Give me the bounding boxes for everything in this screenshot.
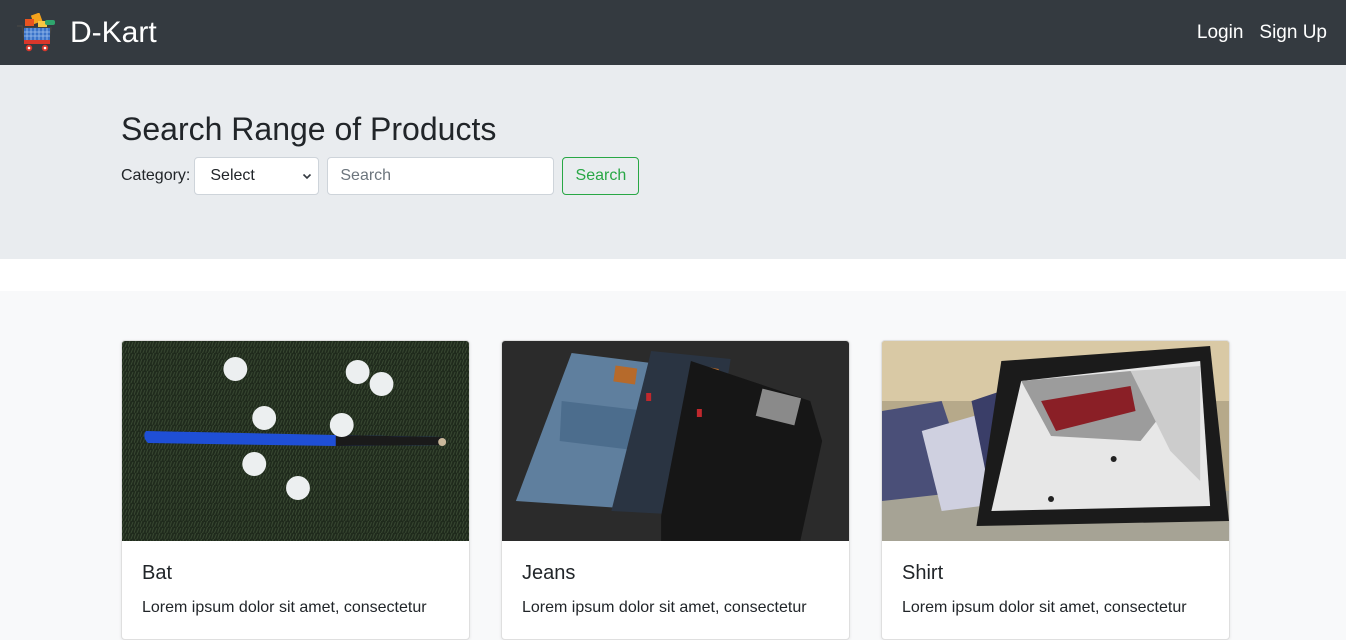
category-selected-value: Select [210,167,255,184]
nav-links: Login Sign Up [1197,22,1327,44]
brand-link[interactable]: D-Kart [16,12,157,53]
product-card-shirt[interactable]: Shirt Lorem ipsum dolor sit amet, consec… [881,340,1230,640]
product-title: Bat [142,562,173,584]
product-card-bat[interactable]: Bat Lorem ipsum dolor sit amet, consecte… [121,340,470,640]
top-navbar: D-Kart Login Sign Up [0,0,1346,65]
product-description: Lorem ipsum dolor sit amet, consectetur [142,599,427,616]
sign-up-link[interactable]: Sign Up [1259,22,1327,44]
product-description: Lorem ipsum dolor sit amet, consectetur [902,599,1187,616]
baseball-bat-photo [122,341,469,541]
page-title: Search Range of Products [121,111,497,147]
product-title: Jeans [522,562,576,584]
brand-name: D-Kart [70,15,157,49]
search-form: Category: Select Search [121,157,640,195]
category-select[interactable]: Select [194,157,320,195]
product-description: Lorem ipsum dolor sit amet, consectetur [522,599,807,616]
chevron-down-icon [303,173,312,180]
section-divider [0,259,1346,291]
jeans-photo [502,341,849,541]
shopping-cart-logo-icon [17,12,55,51]
category-label: Category: [121,167,191,184]
product-card-jeans[interactable]: Jeans Lorem ipsum dolor sit amet, consec… [501,340,850,640]
product-title: Shirt [902,562,944,584]
search-input[interactable] [327,157,555,195]
search-jumbotron: Search Range of Products Category: Selec… [0,65,1346,259]
search-button[interactable]: Search [562,157,640,195]
login-link[interactable]: Login [1197,22,1244,44]
shirt-photo [882,341,1229,541]
